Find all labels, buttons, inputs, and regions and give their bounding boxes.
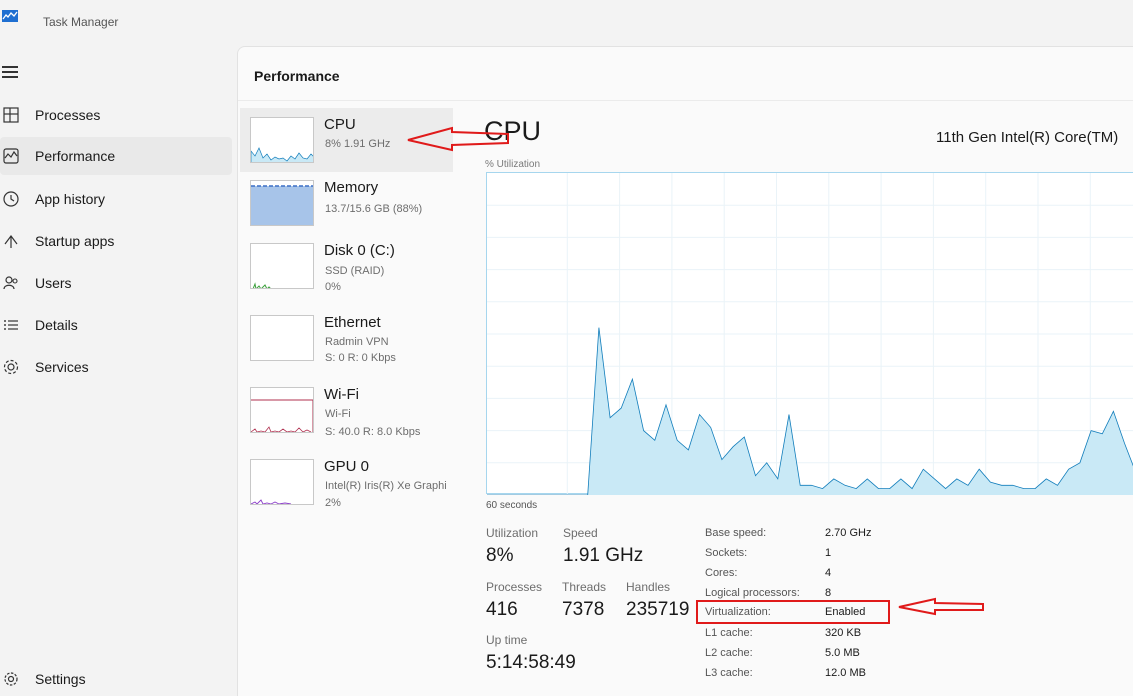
- nav-item-processes[interactable]: Processes: [0, 96, 232, 134]
- utilization-value: 8%: [486, 545, 514, 566]
- device-detail-cpu: 8% 1.91 GHz: [325, 138, 391, 150]
- device-ethernet[interactable]: Ethernet Radmin VPN S: 0 R: 0 Kbps: [240, 306, 453, 370]
- spec-value-sockets: 1: [825, 547, 832, 559]
- nav-label-startup-apps: Startup apps: [35, 233, 115, 249]
- speed-label: Speed: [563, 526, 598, 540]
- device-model-gpu: Intel(R) Iris(R) Xe Graphi: [325, 480, 447, 492]
- nav-label-settings: Settings: [35, 671, 86, 687]
- spec-value-base-speed: 2.70 GHz: [825, 527, 872, 539]
- nav-item-users[interactable]: Users: [0, 264, 232, 302]
- spec-label-l1-cache: L1 cache:: [705, 627, 753, 639]
- header-divider: [238, 100, 1133, 101]
- app-title: Task Manager: [43, 15, 119, 29]
- nav-item-app-history[interactable]: App history: [0, 180, 232, 218]
- disk-thumbnail: [250, 243, 314, 289]
- spec-value-l2-cache: 5.0 MB: [825, 647, 860, 659]
- nav-label-performance: Performance: [35, 148, 116, 164]
- annotation-arrow-virtualization: [898, 597, 984, 616]
- processes-label: Processes: [486, 580, 543, 594]
- device-usage-gpu: 2%: [325, 497, 341, 509]
- handles-value: 235719: [626, 599, 690, 620]
- app-history-icon: [3, 191, 19, 207]
- nav-item-settings[interactable]: Settings: [0, 660, 232, 696]
- nav-label-services: Services: [35, 359, 89, 375]
- page-title: Performance: [254, 68, 340, 84]
- device-wifi[interactable]: Wi-Fi Wi-Fi S: 40.0 R: 8.0 Kbps: [240, 378, 453, 442]
- uptime-label: Up time: [486, 633, 528, 647]
- nav-label-users: Users: [35, 275, 72, 291]
- device-usage-disk: 0%: [325, 281, 341, 293]
- gpu-thumbnail: [250, 459, 314, 505]
- device-type-disk: SSD (RAID): [325, 265, 385, 277]
- spec-label-l2-cache: L2 cache:: [705, 647, 753, 659]
- ethernet-thumbnail: [250, 315, 314, 361]
- device-name-gpu: GPU 0: [324, 458, 370, 475]
- nav-item-services[interactable]: Services: [0, 348, 232, 386]
- spec-label-base-speed: Base speed:: [705, 527, 767, 539]
- spec-label-l3-cache: L3 cache:: [705, 667, 753, 679]
- users-icon: [3, 276, 18, 290]
- device-name-wifi: Wi-Fi: [324, 386, 359, 403]
- nav-label-app-history: App history: [35, 191, 106, 207]
- device-memory[interactable]: Memory 13.7/15.6 GB (88%): [240, 171, 453, 235]
- memory-thumbnail: [250, 180, 314, 226]
- spec-label-cores: Cores:: [705, 567, 738, 579]
- startup-apps-icon: [4, 235, 18, 248]
- cpu-utilization-graph: [486, 172, 1133, 496]
- threads-value: 7378: [562, 599, 605, 620]
- spec-value-cores: 4: [825, 567, 832, 579]
- device-throughput-wifi: S: 40.0 R: 8.0 Kbps: [325, 426, 421, 438]
- speed-value: 1.91 GHz: [563, 545, 644, 566]
- task-manager-icon: [2, 10, 18, 22]
- utilization-line: [487, 327, 1133, 496]
- processes-value: 416: [486, 599, 518, 620]
- handles-label: Handles: [626, 580, 671, 594]
- details-icon: [4, 320, 18, 330]
- cpu-thumbnail: [250, 117, 314, 163]
- menu-icon[interactable]: [2, 66, 18, 80]
- device-name-cpu: CPU: [324, 116, 356, 133]
- device-throughput-ethernet: S: 0 R: 0 Kbps: [325, 352, 396, 364]
- nav-item-startup-apps[interactable]: Startup apps: [0, 222, 232, 260]
- spec-value-logical-processors: 8: [825, 587, 832, 599]
- spec-label-sockets: Sockets:: [705, 547, 748, 559]
- spec-value-l3-cache: 12.0 MB: [825, 667, 866, 679]
- annotation-arrow-cpu: [407, 126, 509, 152]
- utilization-area: [487, 327, 1133, 495]
- threads-label: Threads: [562, 580, 607, 594]
- utilization-label: Utilization: [486, 526, 539, 540]
- nav-item-performance[interactable]: Performance: [0, 137, 232, 175]
- processes-icon: [3, 107, 19, 123]
- utilization-axis-label: % Utilization: [485, 159, 541, 170]
- virtualization-highlight-box: [696, 600, 890, 624]
- device-adapter-wifi: Wi-Fi: [325, 408, 351, 420]
- device-disk[interactable]: Disk 0 (C:) SSD (RAID) 0%: [240, 234, 453, 298]
- nav-label-processes: Processes: [35, 107, 101, 123]
- services-icon: [3, 359, 19, 375]
- cpu-graph-canvas: [487, 173, 1133, 496]
- device-name-ethernet: Ethernet: [324, 314, 381, 331]
- device-gpu[interactable]: GPU 0 Intel(R) Iris(R) Xe Graphi 2%: [240, 450, 453, 514]
- graph-time-label: 60 seconds: [486, 500, 538, 511]
- nav-label-details: Details: [35, 317, 78, 333]
- wifi-thumbnail: [250, 387, 314, 433]
- device-name-disk: Disk 0 (C:): [324, 242, 395, 259]
- nav-item-details[interactable]: Details: [0, 306, 232, 344]
- spec-value-l1-cache: 320 KB: [825, 627, 862, 639]
- device-detail-memory: 13.7/15.6 GB (88%): [325, 203, 423, 215]
- uptime-value: 5:14:58:49: [486, 652, 576, 673]
- cpu-model: 11th Gen Intel(R) Core(TM): [936, 129, 1119, 146]
- spec-label-logical-processors: Logical processors:: [705, 587, 800, 599]
- performance-icon: [3, 148, 19, 164]
- settings-icon: [4, 672, 18, 686]
- device-name-memory: Memory: [324, 179, 379, 196]
- device-adapter-ethernet: Radmin VPN: [325, 336, 389, 348]
